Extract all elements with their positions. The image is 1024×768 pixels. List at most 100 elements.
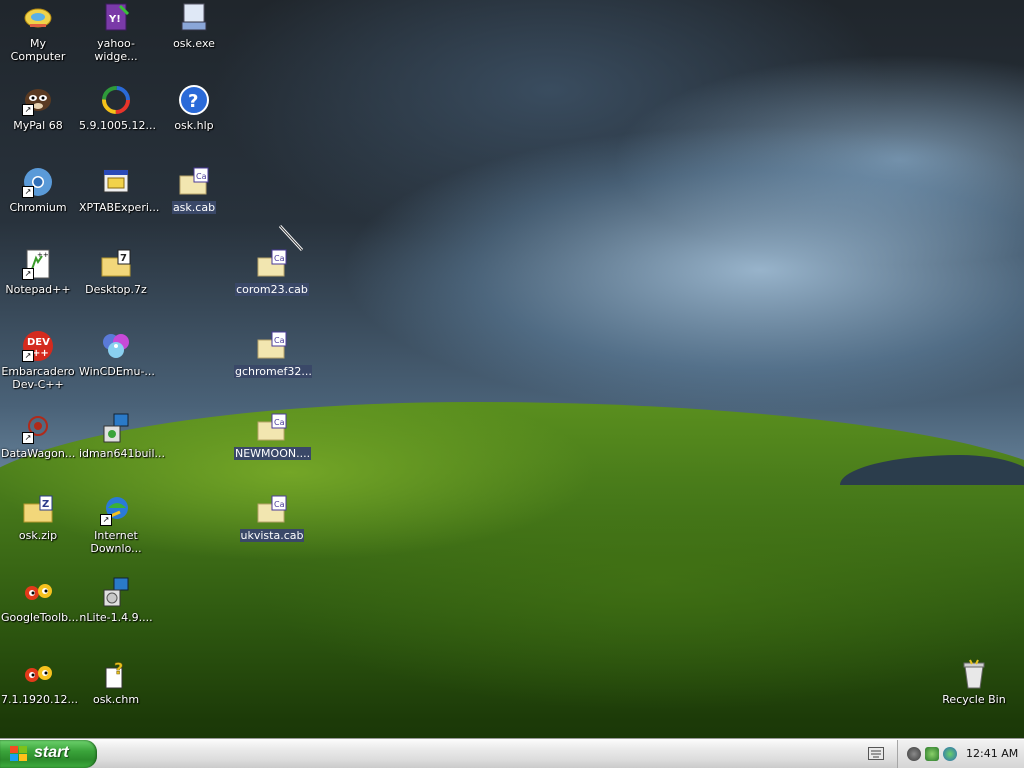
installer-icon xyxy=(100,166,132,198)
desktop-icon-nlite[interactable]: nLite-1.4.9.... xyxy=(78,576,154,624)
recycle-bin-icon xyxy=(958,658,990,690)
mouse-cursor-icon xyxy=(278,224,304,252)
svg-text:?: ? xyxy=(188,91,198,112)
google-toolbar-eyes-icon xyxy=(22,658,54,690)
desktop-icon-label: ask.cab xyxy=(171,201,217,214)
desktop-icon-label: ukvista.cab xyxy=(239,529,305,542)
cab-file-icon: Ca xyxy=(178,166,210,198)
taskbar: start 12:41 AM xyxy=(0,738,1024,768)
svg-text:++: ++ xyxy=(37,251,49,259)
desktop-icon-label: GoogleToolb... xyxy=(1,611,79,624)
desktop-icon-ask-cab[interactable]: Ca ask.cab xyxy=(156,166,232,214)
desktop-icon-label: osk.hlp xyxy=(174,119,214,132)
cab-file-icon: Ca xyxy=(256,330,288,362)
svg-text:Y!: Y! xyxy=(108,14,121,25)
svg-text:Ca: Ca xyxy=(196,172,207,181)
desktop-icon-osk-hlp[interactable]: ? osk.hlp xyxy=(156,84,232,132)
desktop-icon-wincdemu[interactable]: WinCDEmu-... xyxy=(78,330,155,378)
shortcut-arrow-icon: ↗ xyxy=(22,350,34,362)
desktop-icon-gchromef32[interactable]: Ca gchromef32... xyxy=(234,330,312,378)
keyboard-app-icon xyxy=(178,2,210,34)
cab-file-icon: Ca xyxy=(256,494,288,526)
desktop-icon-yahoo-widgets[interactable]: Y! yahoo-widge... xyxy=(78,2,154,63)
dev-cpp-icon: DEV ++ ↗ xyxy=(22,330,54,362)
desktop-icon-label: corom23.cab xyxy=(235,283,309,296)
desktop-icon-7-1-1920[interactable]: 7.1.1920.12... xyxy=(0,658,78,706)
desktop-icon-dev-cpp[interactable]: DEV ++ ↗ Embarcadero Dev-C++ xyxy=(0,330,76,391)
desktop-icon-recycle-bin[interactable]: Recycle Bin xyxy=(936,658,1012,706)
desktop-icon-osk-chm[interactable]: ? osk.chm xyxy=(78,658,154,706)
desktop-icon-label: XPTABExperi... xyxy=(79,201,160,214)
help-file-icon: ? xyxy=(178,84,210,116)
desktop-icon-label: WinCDEmu-... xyxy=(79,365,155,378)
svg-text:++: ++ xyxy=(32,348,49,359)
desktop-icon-mypal[interactable]: ↗ MyPal 68 xyxy=(0,84,76,132)
mypal-browser-icon: ↗ xyxy=(22,84,54,116)
desktop-icon-label: Notepad++ xyxy=(5,283,71,296)
disc-icon xyxy=(100,330,132,362)
desktop-icon-label: Internet Downlo... xyxy=(90,529,142,555)
shortcut-arrow-icon: ↗ xyxy=(22,432,34,444)
clock[interactable]: 12:41 AM xyxy=(966,747,1018,760)
shield-icon[interactable] xyxy=(925,747,939,761)
chm-help-icon: ? xyxy=(100,658,132,690)
desktop-icon-label: osk.chm xyxy=(92,693,140,706)
desktop-icon-xptab[interactable]: XPTABExperi... xyxy=(78,166,160,214)
datawagon-icon: ↗ xyxy=(22,412,54,444)
desktop-icon-chromium[interactable]: ↗ Chromium xyxy=(0,166,76,214)
notepad-plus-plus-icon: ++ ↗ xyxy=(22,248,54,280)
desktop-icon-label: Chromium xyxy=(9,201,67,214)
desktop-icon-label: MyPal 68 xyxy=(13,119,63,132)
my-computer-icon xyxy=(22,2,54,34)
globe-icon[interactable] xyxy=(943,747,957,761)
desktop-icon-label: My Computer xyxy=(10,37,66,63)
shortcut-arrow-icon: ↗ xyxy=(22,186,34,198)
cab-file-icon: Ca xyxy=(256,412,288,444)
desktop-icon-label: 5.9.1005.12... xyxy=(79,119,156,132)
ring-app-icon xyxy=(100,84,132,116)
desktop-icon-desktop-7z[interactable]: 7 Desktop.7z xyxy=(78,248,154,296)
svg-text:Ca: Ca xyxy=(274,418,285,427)
desktop-icon-my-computer[interactable]: My Computer xyxy=(0,2,76,63)
start-button[interactable]: start xyxy=(0,740,97,768)
desktop-icon-label: osk.zip xyxy=(18,529,58,542)
svg-text:Z: Z xyxy=(42,499,49,510)
setup-package-icon xyxy=(100,576,132,608)
desktop-icon-label: Embarcadero Dev-C++ xyxy=(1,365,75,391)
desktop-icon-label: Desktop.7z xyxy=(85,283,147,296)
desktop-icon-idman[interactable]: idman641buil... xyxy=(78,412,166,460)
desktop-icon-label: idman641buil... xyxy=(79,447,166,460)
desktop-icon-notepad-plus-plus[interactable]: ++ ↗ Notepad++ xyxy=(0,248,76,296)
archive-7z-icon: 7 xyxy=(100,248,132,280)
network-icon[interactable] xyxy=(907,747,921,761)
desktop-icon-label: Recycle Bin xyxy=(942,693,1006,706)
svg-text:DEV: DEV xyxy=(27,337,50,348)
internet-download-manager-icon: ↗ xyxy=(100,494,132,526)
desktop-icon-label: gchromef32... xyxy=(234,365,312,378)
desktop-icon-internet-download-manager[interactable]: ↗ Internet Downlo... xyxy=(78,494,154,555)
desktop-icon-osk-zip[interactable]: Z osk.zip xyxy=(0,494,76,542)
start-label: start xyxy=(34,744,69,761)
svg-text:Ca: Ca xyxy=(274,500,285,509)
desktop-icon-ukvista-cab[interactable]: Ca ukvista.cab xyxy=(234,494,310,542)
shortcut-arrow-icon: ↗ xyxy=(100,514,112,526)
desktop-icon-newmoon[interactable]: Ca NEWMOON.... xyxy=(234,412,312,460)
svg-text:Ca: Ca xyxy=(274,336,285,345)
desktop-icon-label: yahoo-widge... xyxy=(94,37,138,63)
desktop-icon-osk-exe[interactable]: osk.exe xyxy=(156,2,232,50)
desktop-icon-label: 7.1.1920.12... xyxy=(1,693,78,706)
desktop-icon-label: nLite-1.4.9.... xyxy=(79,611,153,624)
google-toolbar-eyes-icon xyxy=(22,576,54,608)
windows-flag-icon xyxy=(10,746,27,761)
svg-text:7: 7 xyxy=(120,253,127,264)
keyboard-language-icon[interactable] xyxy=(868,747,884,760)
svg-text:?: ? xyxy=(114,659,123,678)
shortcut-arrow-icon: ↗ xyxy=(22,104,34,116)
desktop-icon-5-9-1005[interactable]: 5.9.1005.12... xyxy=(78,84,156,132)
zip-folder-icon: Z xyxy=(22,494,54,526)
desktop[interactable]: My Computer ↗ MyPal 68 ↗ Chromium ++ ↗ N… xyxy=(0,0,1024,738)
desktop-icon-label: osk.exe xyxy=(173,37,215,50)
desktop-icon-label: NEWMOON.... xyxy=(234,447,312,460)
desktop-icon-google-toolbar[interactable]: GoogleToolb... xyxy=(0,576,79,624)
desktop-icon-datawagon[interactable]: ↗ DataWagon... xyxy=(0,412,76,460)
